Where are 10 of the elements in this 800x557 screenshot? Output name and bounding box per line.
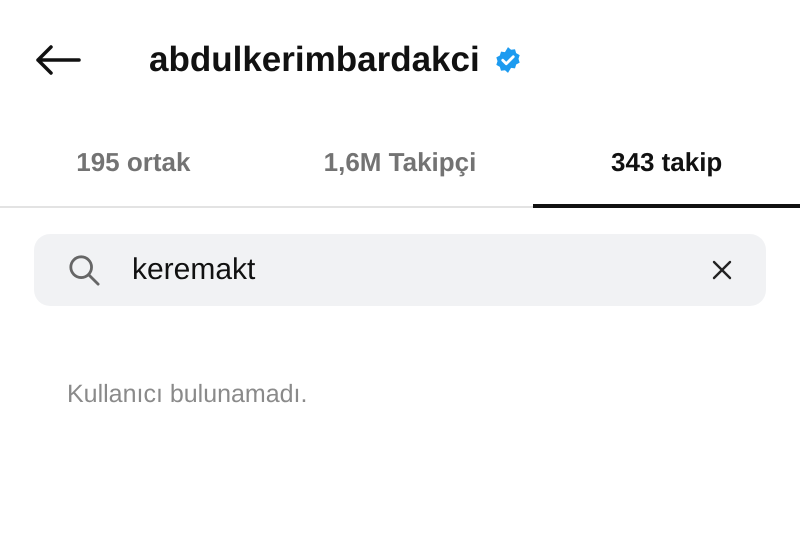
tab[interactable]: 343 takip bbox=[533, 120, 800, 208]
tab[interactable]: 1,6M Takipçi bbox=[266, 120, 534, 208]
search-icon bbox=[68, 254, 100, 286]
back-arrow-icon[interactable] bbox=[35, 45, 81, 75]
empty-result-message: Kullanıcı bulunamadı. bbox=[67, 380, 308, 409]
close-icon[interactable] bbox=[712, 260, 732, 280]
profile-username: abdulkerimbardakci bbox=[149, 40, 480, 80]
search-field[interactable]: keremakt bbox=[34, 234, 766, 306]
tab[interactable]: 195 ortak bbox=[0, 120, 267, 208]
search-query: keremakt bbox=[132, 253, 256, 287]
